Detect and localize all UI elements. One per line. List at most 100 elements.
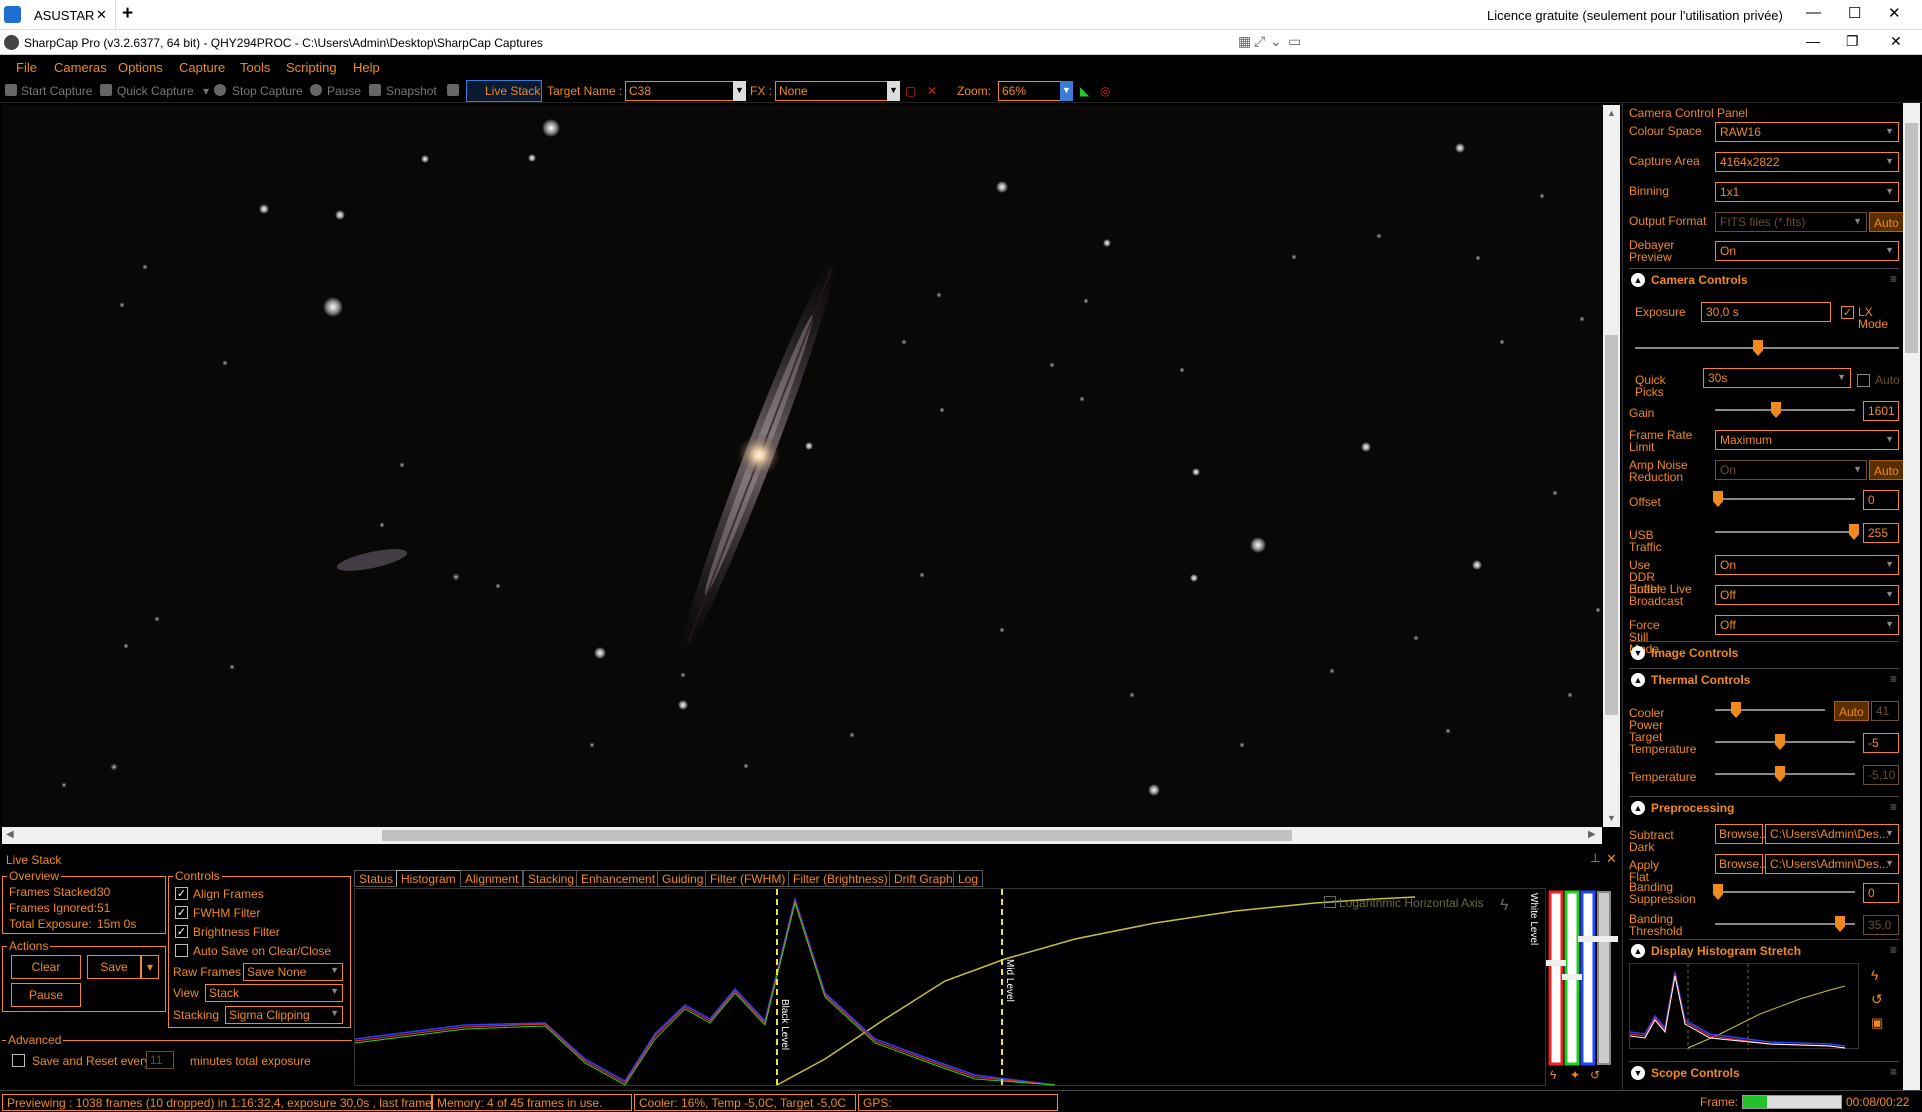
slider-knob[interactable] [1835,916,1845,932]
menu-file[interactable]: File [16,60,37,75]
raw-frames-select[interactable]: Save None ▼ [243,963,343,981]
banding-threshold-input[interactable]: 35,0 [1863,915,1899,935]
slider-knob[interactable] [1775,734,1785,750]
tab-status[interactable]: Status [354,870,399,887]
scroll-up-icon[interactable]: ▲ [1607,108,1616,118]
banding-threshold-slider[interactable] [1715,916,1855,932]
exposure-slider[interactable] [1635,340,1899,356]
image-viewport[interactable] [2,105,1602,827]
scope-controls-section[interactable]: ▼ Scope Controls ≡ [1629,1061,1899,1083]
auto-save-checkbox[interactable] [175,944,188,957]
quick-capture-dropdown-icon[interactable]: ▾ [203,84,209,98]
panel-scroll-thumb[interactable] [1905,123,1918,353]
debayer-preview-select[interactable]: On ▼ [1715,241,1899,261]
section-menu-icon[interactable]: ≡ [1890,943,1897,957]
expand-icon[interactable]: ▼ [1631,646,1645,660]
remote-monitor-icon[interactable]: ▭ [1288,33,1301,50]
cross-reticle-icon[interactable]: ✕ [927,84,937,98]
slider-knob[interactable] [1753,340,1763,356]
subtract-dark-browse-button[interactable]: Browse... [1715,824,1769,844]
quick-capture-button[interactable]: Quick Capture [117,84,194,98]
cooler-auto-button[interactable]: Auto [1834,701,1869,721]
fx-dropdown-icon[interactable]: ▼ [887,81,900,101]
menu-help[interactable]: Help [353,60,380,75]
reset-icon[interactable]: ↺ [1590,1068,1600,1082]
horizontal-scroll-thumb[interactable] [382,830,1292,841]
menu-capture[interactable]: Capture [179,60,225,75]
stacking-select[interactable]: Sigma Clipping ▼ [225,1006,343,1024]
offset-slider[interactable] [1713,491,1855,507]
save-reset-checkbox[interactable] [12,1054,25,1067]
histogram-panel[interactable]: Logarithmic Horizontal Axis Black Level … [354,888,1546,1087]
section-menu-icon[interactable]: ≡ [1890,272,1897,286]
star-stretch-icon[interactable]: ✦ [1570,1068,1580,1082]
remote-expand-icon[interactable]: ⤢ [1254,33,1265,50]
lx-mode-checkbox[interactable]: ✓ [1841,306,1854,319]
slider-knob[interactable] [1731,702,1741,718]
vertical-scroll-thumb[interactable] [1605,335,1618,715]
collapse-icon[interactable]: ▲ [1631,801,1645,815]
thermal-controls-section[interactable]: ▲ Thermal Controls ≡ [1629,668,1899,690]
app-close-icon[interactable]: ✕ [1890,33,1902,50]
reticle-icon[interactable]: ▢ [905,84,916,98]
apply-flat-browse-button[interactable]: Browse... [1715,854,1769,874]
brightness-filter-checkbox[interactable]: ✓ [175,925,188,938]
section-menu-icon[interactable]: ≡ [1890,800,1897,814]
histogram-level-bars[interactable]: ϟ ✦ ↺ [1546,888,1618,1086]
tab-drift-graph[interactable]: Drift Graph [889,870,958,887]
scroll-down-icon[interactable]: ▼ [1607,813,1616,823]
target-temperature-slider[interactable] [1715,734,1855,750]
image-controls-section[interactable]: ▼ Image Controls [1629,641,1899,663]
align-frames-checkbox[interactable]: ✓ [175,887,188,900]
quick-picks-select[interactable]: 30s ▼ [1703,368,1851,388]
histogram-icon[interactable]: ◣ [1080,84,1089,98]
save-button[interactable]: Save [87,955,141,979]
gain-slider[interactable] [1715,402,1855,418]
colour-space-select[interactable]: RAW16 ▼ [1715,122,1899,142]
fx-select[interactable]: None [775,81,900,101]
display-icon[interactable] [447,84,459,96]
scroll-left-icon[interactable]: ◀ [6,829,14,840]
banding-suppression-input[interactable]: 0 [1863,883,1899,903]
remote-chevron-icon[interactable]: ⌄ [1270,33,1282,50]
slider-knob[interactable] [1713,491,1723,507]
log-axis-checkbox[interactable] [1324,896,1336,908]
live-stack-button[interactable]: Live Stack [466,80,542,102]
stop-capture-button[interactable]: Stop Capture [232,84,303,98]
tab-guiding[interactable]: Guiding [657,870,709,887]
tab-histogram[interactable]: Histogram [396,870,461,887]
tab-filter-brightness[interactable]: Filter (Brightness) [788,870,893,887]
target-dropdown-icon[interactable]: ▼ [733,81,746,101]
cooler-power-slider[interactable] [1715,702,1825,718]
app-minimize-icon[interactable]: — [1806,33,1820,49]
remote-grid-icon[interactable]: ▦ [1238,33,1251,50]
app-restore-icon[interactable]: ❐ [1846,33,1859,50]
frame-rate-limit-select[interactable]: Maximum ▼ [1715,430,1899,450]
tab-filter-fwhm[interactable]: Filter (FWHM) [705,870,791,887]
menu-options[interactable]: Options [118,60,163,75]
view-select[interactable]: Stack ▼ [205,984,343,1002]
display-histogram-graph[interactable] [1629,963,1859,1050]
preprocessing-section[interactable]: ▲ Preprocessing ≡ [1629,796,1899,818]
target-temperature-input[interactable]: -5 [1863,733,1899,753]
cooler-power-input[interactable]: 41 [1871,701,1899,721]
fwhm-filter-checkbox[interactable]: ✓ [175,906,188,919]
auto-stretch-icon[interactable]: ϟ [1550,1068,1556,1082]
tab-stacking[interactable]: Stacking [523,870,580,887]
close-tab-icon[interactable]: ✕ [96,7,107,23]
offset-input[interactable]: 0 [1863,490,1899,510]
target-name-input[interactable]: C38 [625,81,745,101]
menu-cameras[interactable]: Cameras [54,60,107,75]
slider-knob[interactable] [1713,884,1723,900]
menu-tools[interactable]: Tools [240,60,270,75]
new-tab-icon[interactable]: + [122,3,133,25]
collapse-icon[interactable]: ▲ [1631,673,1645,687]
display-histogram-section[interactable]: ▲ Display Histogram Stretch ≡ [1629,939,1899,961]
stretch-save-icon[interactable]: ▣ [1871,1015,1883,1031]
live-broadcast-select[interactable]: Off ▼ [1715,585,1899,605]
menu-scripting[interactable]: Scripting [286,60,337,75]
quick-picks-auto-checkbox[interactable] [1857,374,1870,387]
ddr-buffer-select[interactable]: On ▼ [1715,555,1899,575]
close-icon[interactable]: ✕ [1888,4,1901,22]
collapse-icon[interactable]: ▲ [1631,944,1645,958]
